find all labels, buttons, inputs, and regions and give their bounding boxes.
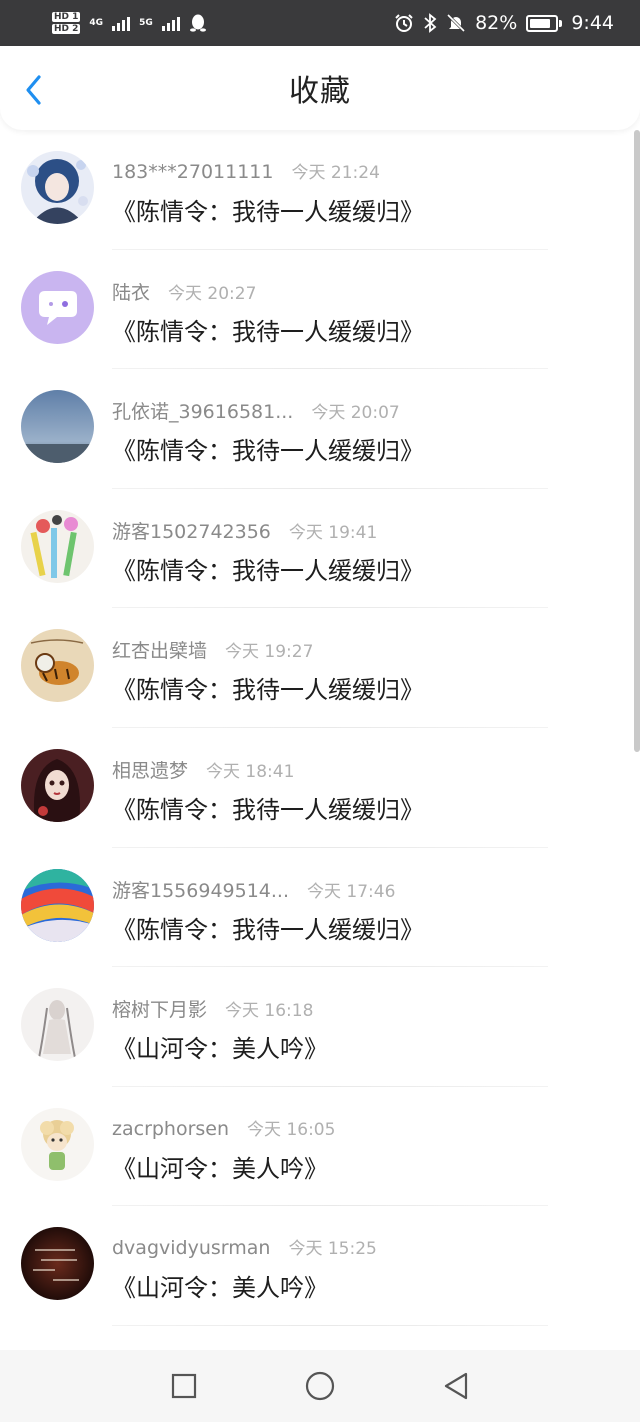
- item-meta: 红杏出檗墙 今天 19:27: [112, 636, 313, 663]
- status-right: 82% 9:44: [394, 12, 614, 34]
- timestamp: 今天 18:41: [206, 761, 295, 782]
- item-meta: 陆衣 今天 20:27: [112, 278, 256, 305]
- timestamp: 今天 19:27: [225, 642, 314, 663]
- item-meta: 游客1556949514... 今天 17:46: [112, 876, 395, 903]
- timestamp: 今天 21:24: [291, 163, 380, 183]
- song-title[interactable]: 《山河令：美人吟》: [112, 1149, 328, 1184]
- song-title[interactable]: 《山河令：美人吟》: [112, 1268, 328, 1303]
- scrollbar[interactable]: [634, 130, 640, 752]
- item-meta: zacrphorsen 今天 16:05: [112, 1115, 335, 1140]
- timestamp: 今天 15:25: [288, 1239, 377, 1260]
- item-meta: 游客1502742356 今天 19:41: [112, 517, 377, 544]
- favorite-item[interactable]: zacrphorsen 今天 16:05 《山河令：美人吟》: [0, 1087, 640, 1207]
- avatar[interactable]: [21, 270, 94, 344]
- username[interactable]: 孔依诺_39616581...: [112, 397, 293, 424]
- favorite-item[interactable]: dvagvidyusrman 今天 15:25 《山河令：美人吟》: [0, 1206, 640, 1326]
- network-5g: 5G: [139, 17, 153, 28]
- username[interactable]: 183***27011111: [112, 161, 273, 183]
- favorite-item[interactable]: 游客1556949514... 今天 17:46 《陈情令：我待一人缓缓归》: [0, 848, 640, 968]
- favorite-item[interactable]: 孔依诺_39616581... 今天 20:07 《陈情令：我待一人缓缓归》: [0, 369, 640, 489]
- alarm-icon: [395, 14, 413, 32]
- signal-icon-2: [161, 15, 180, 31]
- song-title[interactable]: 《陈情令：我待一人缓缓归》: [112, 551, 424, 586]
- qq-icon: [189, 14, 206, 32]
- timestamp: 今天 16:18: [225, 1001, 314, 1022]
- signal-icon: [112, 15, 131, 31]
- username[interactable]: dvagvidyusrman: [112, 1237, 270, 1259]
- song-title[interactable]: 《陈情令：我待一人缓缓归》: [112, 670, 424, 705]
- clock: 9:44: [571, 12, 614, 34]
- battery-icon: [526, 14, 563, 32]
- item-meta: 183***27011111 今天 21:24: [112, 158, 380, 183]
- item-meta: dvagvidyusrman 今天 15:25: [112, 1234, 377, 1259]
- home-button[interactable]: [300, 1366, 340, 1406]
- favorite-item[interactable]: 183***27011111 今天 21:24 《陈情令：我待一人缓缓归》: [0, 130, 640, 250]
- timestamp: 今天 16:05: [247, 1119, 336, 1140]
- net2-label: 5G: [139, 17, 153, 28]
- avatar[interactable]: [21, 988, 94, 1062]
- battery-percent: 82%: [475, 12, 518, 34]
- avatar[interactable]: [21, 390, 94, 464]
- username[interactable]: 相思遗梦: [112, 756, 188, 783]
- song-title[interactable]: 《陈情令：我待一人缓缓归》: [112, 312, 424, 347]
- favorite-item[interactable]: 游客1502742356 今天 19:41 《陈情令：我待一人缓缓归》: [0, 489, 640, 609]
- username[interactable]: 红杏出檗墙: [112, 636, 207, 663]
- favorites-list: 183***27011111 今天 21:24 《陈情令：我待一人缓缓归》 陆衣 今天 …: [0, 130, 640, 1326]
- avatar[interactable]: [21, 509, 94, 583]
- system-nav-bar: [0, 1350, 640, 1422]
- timestamp: 今天 20:27: [168, 283, 257, 304]
- song-title[interactable]: 《山河令：美人吟》: [112, 1029, 328, 1064]
- bluetooth-icon: [424, 13, 437, 33]
- net1-label: 4G: [89, 17, 104, 28]
- username[interactable]: 游客1556949514...: [112, 876, 289, 903]
- status-bar: HD 1 HD 2 4G 5G 82% 9:44: [0, 0, 640, 46]
- username[interactable]: 游客1502742356: [112, 517, 271, 544]
- username[interactable]: 榕树下月影: [112, 995, 207, 1022]
- item-meta: 榕树下月影 今天 16:18: [112, 995, 313, 1022]
- back-triangle-icon: [444, 1372, 468, 1400]
- song-title[interactable]: 《陈情令：我待一人缓缓归》: [112, 192, 424, 227]
- item-meta: 相思遗梦 今天 18:41: [112, 756, 294, 783]
- back-button[interactable]: [18, 74, 50, 106]
- song-title[interactable]: 《陈情令：我待一人缓缓归》: [112, 431, 424, 466]
- timestamp: 今天 20:07: [311, 403, 400, 424]
- song-title[interactable]: 《陈情令：我待一人缓缓归》: [112, 910, 424, 945]
- divider: [112, 1324, 548, 1326]
- avatar[interactable]: [21, 748, 94, 822]
- timestamp: 今天 17:46: [307, 881, 396, 902]
- mute-icon: [447, 13, 466, 33]
- avatar[interactable]: [21, 1107, 94, 1181]
- network-4g: 4G: [89, 17, 104, 28]
- hd1-badge: HD 1: [52, 12, 81, 22]
- header: 收藏: [0, 46, 640, 130]
- favorite-item[interactable]: 陆衣 今天 20:27 《陈情令：我待一人缓缓归》: [0, 250, 640, 370]
- timestamp: 今天 19:41: [288, 522, 378, 543]
- avatar[interactable]: [21, 151, 94, 224]
- chevron-left-icon: [26, 75, 41, 105]
- page-title: 收藏: [289, 74, 351, 109]
- song-title[interactable]: 《陈情令：我待一人缓缓归》: [112, 790, 424, 825]
- username[interactable]: zacrphorsen: [112, 1118, 229, 1140]
- item-meta: 孔依诺_39616581... 今天 20:07: [112, 397, 400, 424]
- status-left: HD 1 HD 2 4G 5G: [52, 12, 207, 34]
- avatar[interactable]: [21, 1227, 94, 1301]
- nav-back-button[interactable]: [436, 1366, 476, 1406]
- favorite-item[interactable]: 红杏出檗墙 今天 19:27 《陈情令：我待一人缓缓归》: [0, 608, 640, 728]
- hd-badges: HD 1 HD 2: [52, 12, 81, 34]
- recent-apps-icon: [171, 1373, 197, 1399]
- recent-apps-button[interactable]: [164, 1366, 204, 1406]
- avatar[interactable]: [21, 629, 94, 703]
- home-icon: [305, 1371, 335, 1401]
- hd2-badge: HD 2: [52, 24, 81, 34]
- avatar[interactable]: [21, 868, 94, 942]
- favorite-item[interactable]: 榕树下月影 今天 16:18 《山河令：美人吟》: [0, 967, 640, 1087]
- username[interactable]: 陆衣: [112, 278, 150, 305]
- favorite-item[interactable]: 相思遗梦 今天 18:41 《陈情令：我待一人缓缓归》: [0, 728, 640, 848]
